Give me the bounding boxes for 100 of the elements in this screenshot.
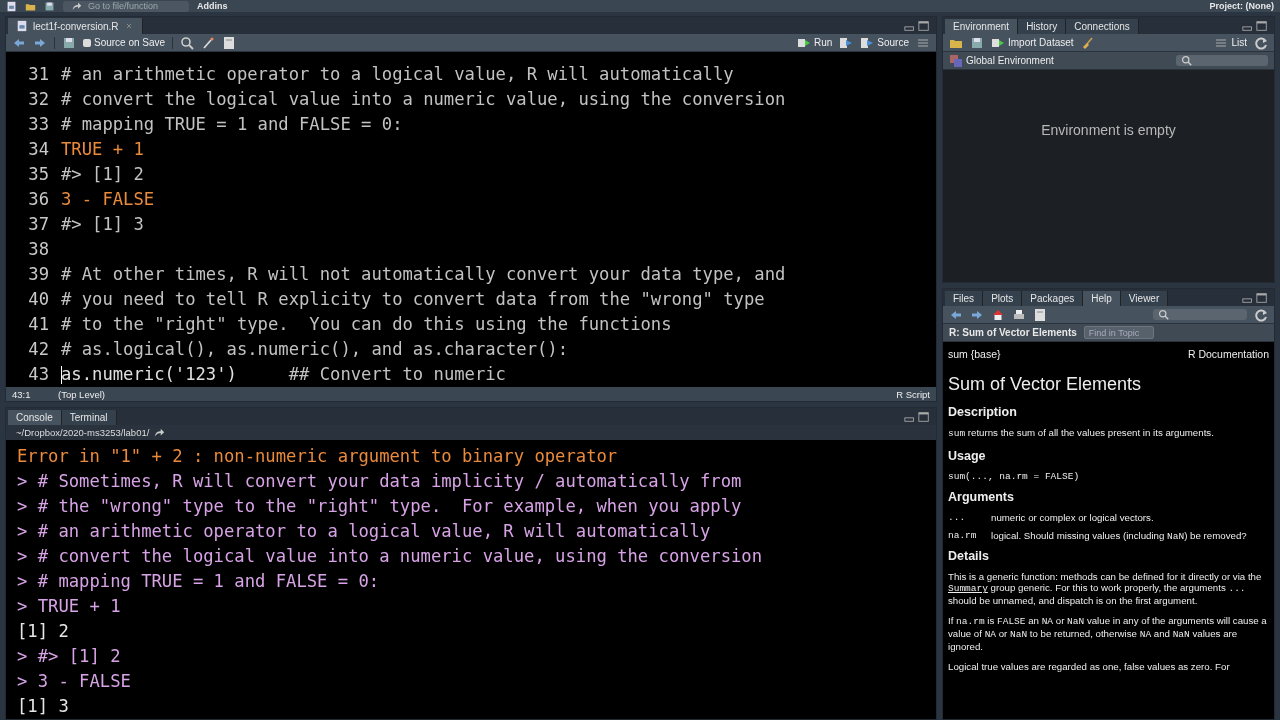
pane-tab[interactable]: Connections: [1066, 19, 1139, 34]
maximize-icon[interactable]: [918, 411, 930, 423]
line-number: 33: [27, 113, 50, 136]
line-number: 38: [27, 238, 50, 261]
maximize-icon[interactable]: [1256, 20, 1268, 32]
save-icon[interactable]: [44, 0, 55, 12]
new-file-icon[interactable]: [6, 0, 17, 12]
print-icon[interactable]: [1012, 307, 1026, 322]
console-output-text: [1] 3: [17, 695, 70, 718]
import-dataset-button[interactable]: Import Dataset: [991, 35, 1074, 50]
line-number: 41: [27, 313, 50, 336]
documentation-label: R Documentation: [1187, 348, 1269, 360]
notebook-icon[interactable]: [222, 35, 237, 50]
source-icon: [860, 35, 875, 50]
code-comment: # to the "right" type. You can do this using the functions: [61, 314, 672, 334]
console-command-text: > #> [1] 2: [17, 645, 122, 668]
section-heading: Description: [948, 405, 1018, 419]
pane-tab[interactable]: History: [1018, 19, 1067, 34]
line-number: 34: [27, 138, 50, 161]
pane-tab[interactable]: Files: [945, 291, 984, 306]
maximize-icon[interactable]: [918, 20, 930, 32]
error-message: Error in "1" + 2 : non-numeric argument to binary operator: [17, 445, 619, 468]
help-title: Sum of Vector Elements: [948, 374, 1143, 395]
project-menu[interactable]: Project: (None): [1209, 0, 1274, 12]
scope-menu[interactable]: (Top Level): [58, 388, 105, 400]
maximize-icon[interactable]: [1256, 292, 1268, 304]
pane-tab[interactable]: Terminal: [61, 410, 117, 425]
save-icon[interactable]: [62, 35, 76, 50]
argument-name: na.rm: [948, 529, 978, 542]
console-command-text: > # mapping TRUE = 1 and FALSE = 0:: [17, 570, 381, 593]
file-icon: [16, 20, 28, 32]
code-comment: # as.logical(), as.numeric(), and as.character():: [61, 339, 569, 359]
search-icon[interactable]: [180, 35, 195, 50]
code-comment: ## Convert to numeric: [287, 364, 506, 384]
line-number: 39: [27, 263, 50, 286]
source-on-save-checkbox[interactable]: Source on Save: [83, 37, 166, 48]
code-comment: # At other times, R will not automatically convert your data type, and: [61, 264, 786, 284]
argument-description: numeric or complex or logical vectors.: [991, 511, 1155, 523]
code-comment: #> [1] 2: [61, 164, 144, 184]
code-text: 3 - FALSE: [61, 189, 155, 209]
file-tab[interactable]: lect1f-conversion.R: [8, 18, 143, 34]
file-type-menu[interactable]: R Script: [896, 388, 930, 400]
find-in-topic-field[interactable]: Find in Topic: [1083, 326, 1154, 339]
pane-tab[interactable]: Console: [8, 410, 62, 425]
usage-code: sum(..., na.rm = FALSE): [948, 470, 1081, 482]
help-paragraph: sum returns the sum of all the values present in its arguments.: [948, 427, 1215, 440]
argument-name: ...: [948, 511, 967, 523]
arrow-icon: [71, 0, 82, 12]
section-heading: Details: [948, 548, 990, 563]
field-placeholder: Go to file/function: [88, 0, 159, 12]
section-heading: Arguments: [948, 489, 1015, 504]
refresh-icon[interactable]: [1254, 307, 1268, 322]
cursor-position: 43:1: [12, 388, 32, 400]
line-number: 31: [27, 63, 50, 86]
pane-tab[interactable]: Help: [1083, 291, 1121, 306]
help-paragraph: Logical true values are regarded as one, false values as zero. For: [948, 661, 1231, 673]
pane-tab[interactable]: Environment: [945, 19, 1019, 34]
console-command-text: > TRUE + 1: [17, 595, 122, 618]
line-number: 43: [27, 363, 50, 386]
line-number: 40: [27, 288, 50, 311]
empty-message: Environment is empty: [1041, 122, 1176, 140]
pane-tab[interactable]: Viewer: [1120, 291, 1169, 306]
console-command-text: > 3 - FALSE: [17, 670, 132, 693]
magic-wand-icon[interactable]: [201, 35, 216, 50]
view-mode-menu[interactable]: List: [1214, 35, 1247, 50]
argument-description: logical. Should missing values (including NaN) be removed?: [991, 529, 1248, 542]
search-field[interactable]: [1153, 309, 1247, 320]
search-field[interactable]: [1176, 55, 1268, 66]
line-number: 32: [27, 88, 50, 111]
topic-menu[interactable]: R: Sum of Vector Elements: [949, 327, 1077, 338]
console-output-text: [1] 2: [17, 620, 70, 643]
code-comment: # convert the logical value into a numeric value, using the conversion: [61, 89, 786, 109]
refresh-icon[interactable]: [1254, 35, 1268, 50]
section-heading: Usage: [948, 448, 987, 463]
save-icon[interactable]: [970, 35, 984, 50]
help-link[interactable]: Summary: [948, 583, 988, 595]
go-to-directory-icon[interactable]: [153, 426, 166, 439]
code-comment: # you need to tell R explicity to convert data from the "wrong" type: [61, 289, 765, 309]
layers-icon: [949, 53, 963, 68]
home-icon[interactable]: [991, 307, 1005, 322]
working-directory: ~/Dropbox/2020-ms3253/lab01/: [16, 427, 150, 438]
code-comment: # an arithmetic operator to a logical value, R will automatically: [61, 64, 734, 84]
line-number: 36: [27, 188, 50, 211]
console-command-text: > # convert the logical value into a numeric value, using the conversion: [17, 545, 764, 568]
console-command-text: > # the "wrong" type to the "right" type. For example, when you apply: [17, 495, 743, 518]
source-button[interactable]: Source: [860, 35, 909, 50]
code-text: TRUE + 1: [61, 139, 144, 159]
run-button[interactable]: Run: [796, 35, 833, 50]
code-text: as.numeric('123'): [61, 364, 237, 384]
line-number: 42: [27, 338, 50, 361]
pane-tab[interactable]: Plots: [983, 291, 1023, 306]
code-comment: #> [1] 3: [61, 214, 144, 234]
search-icon: [1158, 309, 1169, 320]
help-paragraph: If na.rm is FALSE an NA or NaN value in any of the arguments will cause a value of NA or NaN to be returned, otherwise NA and NaN values are ignored.: [948, 615, 1268, 653]
pane-tab[interactable]: Packages: [1022, 291, 1084, 306]
line-number: 35: [27, 163, 50, 186]
console-command-text: > # an arithmetic operator to a logical value, R will automatically: [17, 520, 712, 543]
addins-menu[interactable]: Addins: [197, 0, 228, 12]
rerun-icon[interactable]: [839, 35, 854, 50]
console-command-text: > # Sometimes, R will convert your data implicity / automatically from: [17, 470, 743, 493]
